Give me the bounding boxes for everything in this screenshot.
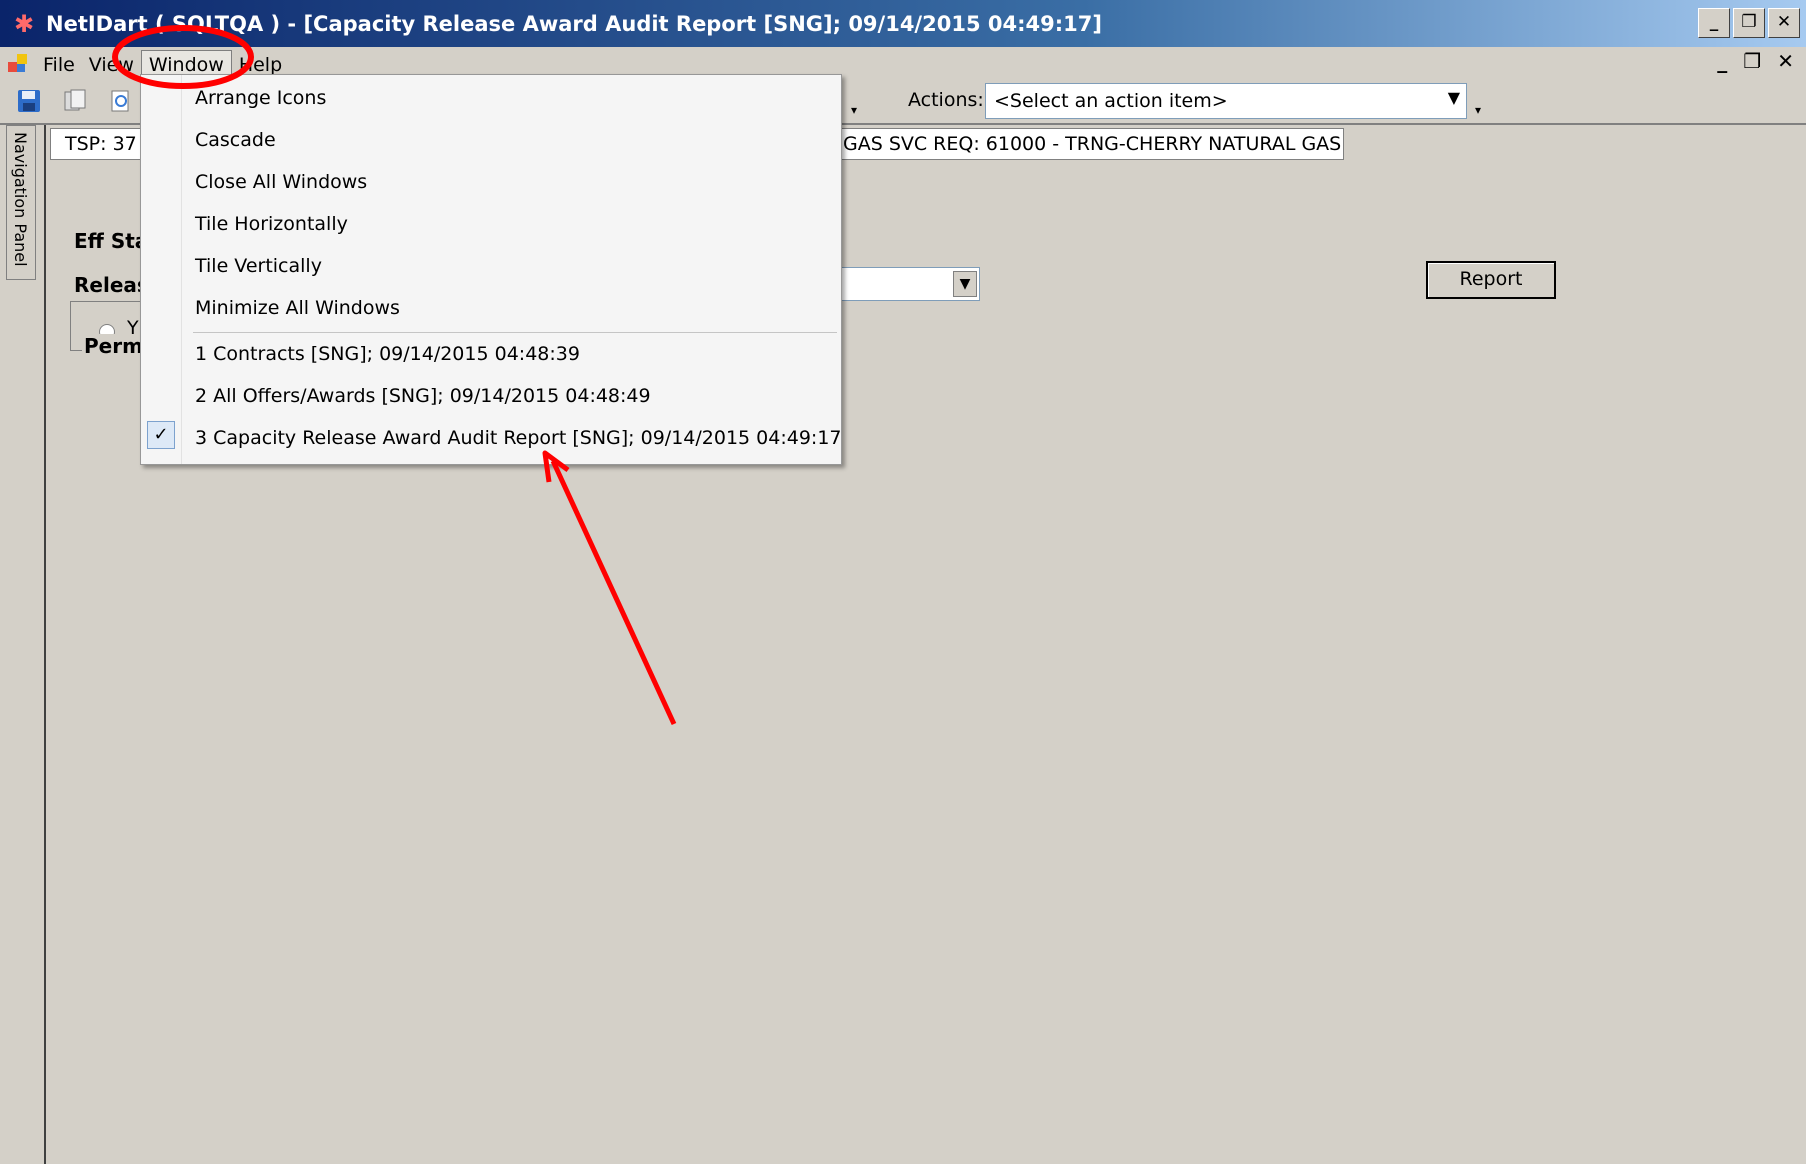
menu-separator [193, 332, 837, 333]
checkmark-icon: ✓ [147, 421, 175, 449]
tsp-text: TSP: 37 [65, 133, 137, 155]
mdi-restore-button[interactable]: ❐ [1743, 49, 1761, 73]
menu-item-cascade[interactable]: Cascade [195, 129, 276, 151]
release-label: Releas [74, 273, 149, 297]
menu-gutter [181, 75, 182, 464]
panel-divider [44, 125, 46, 1164]
navigation-panel-tab[interactable]: Navigation Panel [6, 125, 36, 280]
menu-view[interactable]: View [82, 51, 141, 79]
release-select[interactable]: ▼ [832, 267, 980, 301]
toolbar-overflow-icon[interactable]: ▾ [1475, 103, 1481, 117]
menu-item-tile-horizontally[interactable]: Tile Horizontally [195, 213, 348, 235]
menu-item-arrange-icons[interactable]: Arrange Icons [195, 87, 326, 109]
actions-select-value: <Select an action item> [994, 90, 1228, 112]
document-icon[interactable] [8, 54, 30, 76]
mdi-minimize-button[interactable]: _ [1717, 49, 1727, 73]
window-title: NetIDart ( SQLTQA ) - [Capacity Release … [46, 11, 1102, 36]
restore-button[interactable]: ❐ [1733, 8, 1765, 38]
window-menu-dropdown: Arrange Icons Cascade Close All Windows … [140, 74, 842, 465]
menu-item-window-3[interactable]: 3 Capacity Release Award Audit Report [S… [195, 427, 842, 449]
title-bar: ✱ NetIDart ( SQLTQA ) - [Capacity Releas… [0, 0, 1806, 47]
close-button[interactable]: ✕ [1768, 8, 1800, 38]
chevron-down-icon: ▼ [1447, 88, 1460, 107]
window-controls: _ ❐ ✕ [1698, 8, 1800, 38]
eff-start-label: Eff Sta [74, 229, 149, 253]
actions-label: Actions: [908, 89, 984, 111]
app-logo-icon: ✱ [13, 9, 35, 38]
navigation-panel-label: Navigation Panel [11, 132, 30, 267]
menu-item-close-all-windows[interactable]: Close All Windows [195, 171, 367, 193]
menu-item-minimize-all-windows[interactable]: Minimize All Windows [195, 297, 400, 319]
menu-item-window-2[interactable]: 2 All Offers/Awards [SNG]; 09/14/2015 04… [195, 385, 651, 407]
mdi-close-button[interactable]: ✕ [1777, 49, 1794, 73]
report-button[interactable]: Report [1426, 261, 1556, 299]
save-icon[interactable] [14, 88, 44, 118]
menu-item-window-1[interactable]: 1 Contracts [SNG]; 09/14/2015 04:48:39 [195, 343, 580, 365]
mdi-controls: _ ❐ ✕ [1717, 49, 1794, 73]
menu-file[interactable]: File [36, 51, 82, 79]
minimize-button[interactable]: _ [1698, 8, 1730, 38]
menu-item-tile-vertically[interactable]: Tile Vertically [195, 255, 322, 277]
dropdown-arrow-icon[interactable]: ▾ [851, 103, 857, 117]
copy-icon[interactable] [60, 88, 90, 118]
print-preview-icon[interactable] [106, 88, 136, 118]
actions-select[interactable]: <Select an action item> ▼ [985, 83, 1467, 119]
chevron-down-icon: ▼ [953, 271, 977, 297]
svc-req-text: GAS SVC REQ: 61000 - TRNG-CHERRY NATURAL… [843, 133, 1342, 155]
